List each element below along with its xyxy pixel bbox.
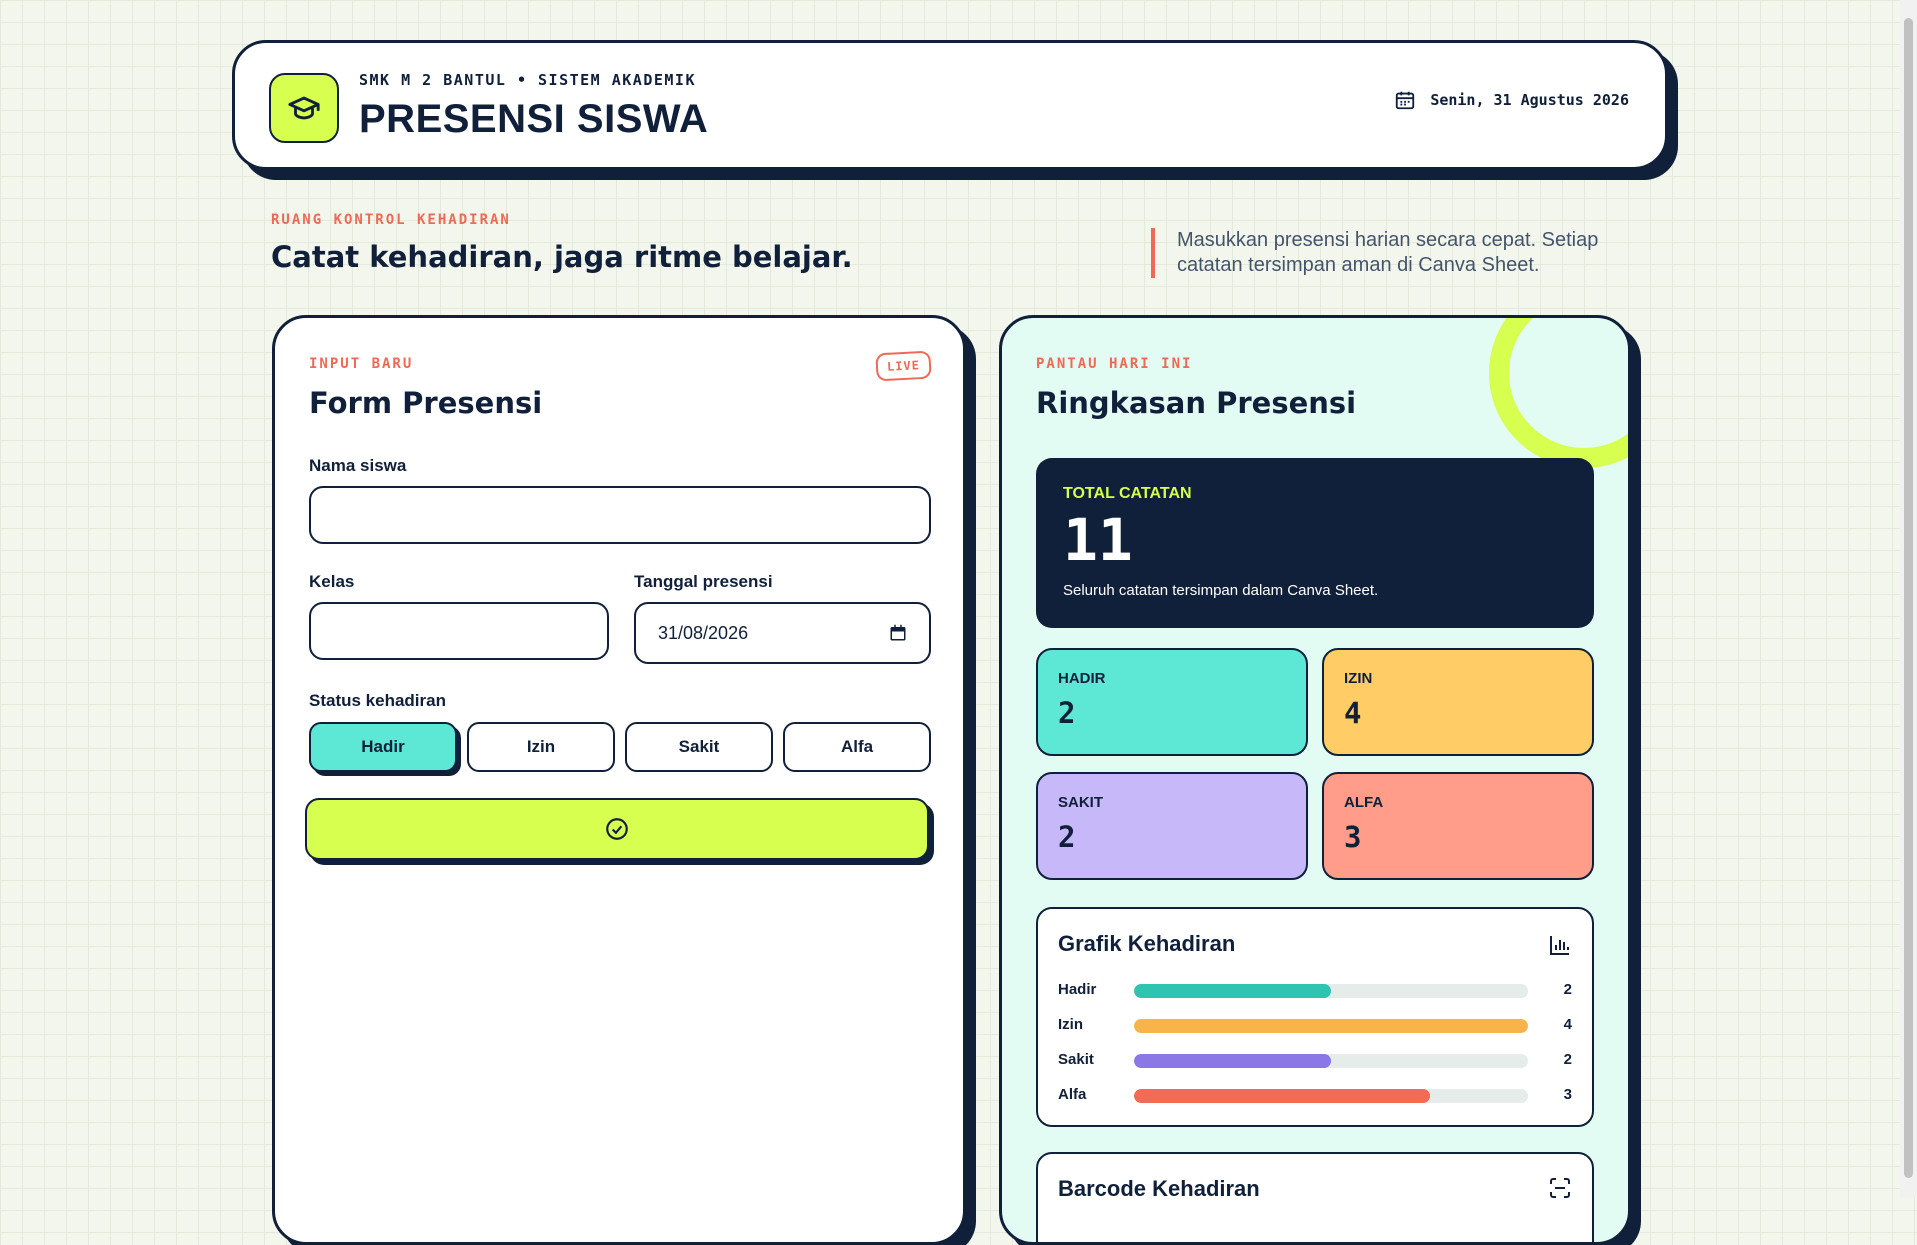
date-text: Senin, 31 Agustus 2026: [1430, 91, 1629, 109]
stat-izin: IZIN 4: [1322, 648, 1594, 756]
status-label: Status kehadiran: [309, 691, 446, 710]
stat-value: 2: [1058, 696, 1076, 730]
status-sakit-button[interactable]: Sakit: [625, 722, 773, 772]
total-label: TOTAL CATATAN: [1063, 485, 1192, 502]
attendance-date-input[interactable]: 31/08/2026: [634, 602, 931, 664]
chart-track-sakit: [1134, 1054, 1528, 1068]
name-label: Nama siswa: [309, 456, 407, 475]
chart-label-sakit: Sakit: [1058, 1051, 1094, 1068]
chart-label-izin: Izin: [1058, 1016, 1083, 1033]
stat-alfa: ALFA 3: [1322, 772, 1594, 880]
stat-sakit: SAKIT 2: [1036, 772, 1308, 880]
current-date: Senin, 31 Agustus 2026: [1394, 89, 1629, 111]
school-name: SMK M 2 BANTUL • SISTEM AKADEMIK: [359, 71, 696, 89]
stat-label: HADIR: [1058, 670, 1106, 687]
live-badge: LIVE: [875, 350, 932, 382]
class-input[interactable]: [309, 602, 609, 660]
chart-label-hadir: Hadir: [1058, 981, 1097, 998]
chart-bar-hadir: [1134, 984, 1331, 998]
calendar-icon: [1396, 91, 1415, 110]
stat-value: 3: [1344, 820, 1362, 854]
stat-value: 2: [1058, 820, 1076, 854]
status-izin-button[interactable]: Izin: [467, 722, 615, 772]
summary-title: Ringkasan Presensi: [1036, 386, 1357, 420]
chart-bar-izin: [1134, 1019, 1528, 1033]
calendar-icon[interactable]: [889, 624, 907, 642]
class-label: Kelas: [309, 572, 355, 591]
form-kicker: INPUT BARU: [309, 356, 414, 372]
total-description: Seluruh catatan tersimpan dalam Canva Sh…: [1063, 582, 1379, 599]
chart-label-alfa: Alfa: [1058, 1086, 1087, 1103]
barcode-panel: Barcode Kehadiran: [1036, 1152, 1594, 1242]
summary-card: PANTAU HARI INI Ringkasan Presensi TOTAL…: [999, 315, 1631, 1245]
status-alfa-button[interactable]: Alfa: [783, 722, 931, 772]
chart-value-izin: 4: [1563, 1016, 1572, 1033]
date-value: 31/08/2026: [658, 622, 749, 643]
intro-note: Masukkan presensi harian secara cepat. S…: [1151, 228, 1617, 278]
submit-button[interactable]: [305, 798, 929, 860]
summary-kicker: PANTAU HARI INI: [1036, 356, 1193, 372]
chart-value-sakit: 2: [1563, 1051, 1572, 1068]
stat-label: SAKIT: [1058, 794, 1103, 811]
stat-label: ALFA: [1344, 794, 1384, 811]
chart-track-izin: [1134, 1019, 1528, 1033]
check-circle-icon: [606, 818, 628, 840]
chart-track-alfa: [1134, 1089, 1528, 1103]
chart-bar-sakit: [1134, 1054, 1331, 1068]
intro-kicker: RUANG KONTROL KEHADIRAN: [271, 212, 511, 228]
scrollbar-thumb[interactable]: [1904, 18, 1913, 1178]
chart-value-alfa: 3: [1563, 1086, 1572, 1103]
date-label: Tanggal presensi: [634, 572, 773, 591]
barcode-title: Barcode Kehadiran: [1058, 1176, 1260, 1201]
attendance-form-card: INPUT BARU LIVE Form Presensi Nama siswa…: [272, 315, 966, 1245]
status-hadir-button[interactable]: Hadir: [309, 722, 457, 772]
form-title: Form Presensi: [309, 386, 543, 420]
page-title: PRESENSI SISWA: [359, 97, 709, 141]
bar-chart-icon[interactable]: [1548, 933, 1572, 957]
scan-icon[interactable]: [1548, 1176, 1572, 1200]
stat-value: 4: [1344, 696, 1362, 730]
student-name-input[interactable]: [309, 486, 931, 544]
chart-bar-alfa: [1134, 1089, 1430, 1103]
chart-track-hadir: [1134, 984, 1528, 998]
stat-hadir: HADIR 2: [1036, 648, 1308, 756]
app-header: SMK M 2 BANTUL • SISTEM AKADEMIK PRESENS…: [232, 40, 1668, 170]
total-value: 11: [1063, 506, 1133, 574]
page-scrollbar[interactable]: [1900, 0, 1917, 1198]
stat-label: IZIN: [1344, 670, 1373, 687]
attendance-chart-panel: Grafik Kehadiran Hadir 2 Izin 4 Sakit 2 Alfa 3: [1036, 907, 1594, 1127]
decorative-ring: [1489, 318, 1628, 468]
total-records-panel: TOTAL CATATAN 11 Seluruh catatan tersimp…: [1036, 458, 1594, 628]
chart-value-hadir: 2: [1563, 981, 1572, 998]
graduation-cap-icon: [269, 73, 339, 143]
intro-title: Catat kehadiran, jaga ritme belajar.: [271, 240, 853, 274]
chart-title: Grafik Kehadiran: [1058, 931, 1236, 956]
